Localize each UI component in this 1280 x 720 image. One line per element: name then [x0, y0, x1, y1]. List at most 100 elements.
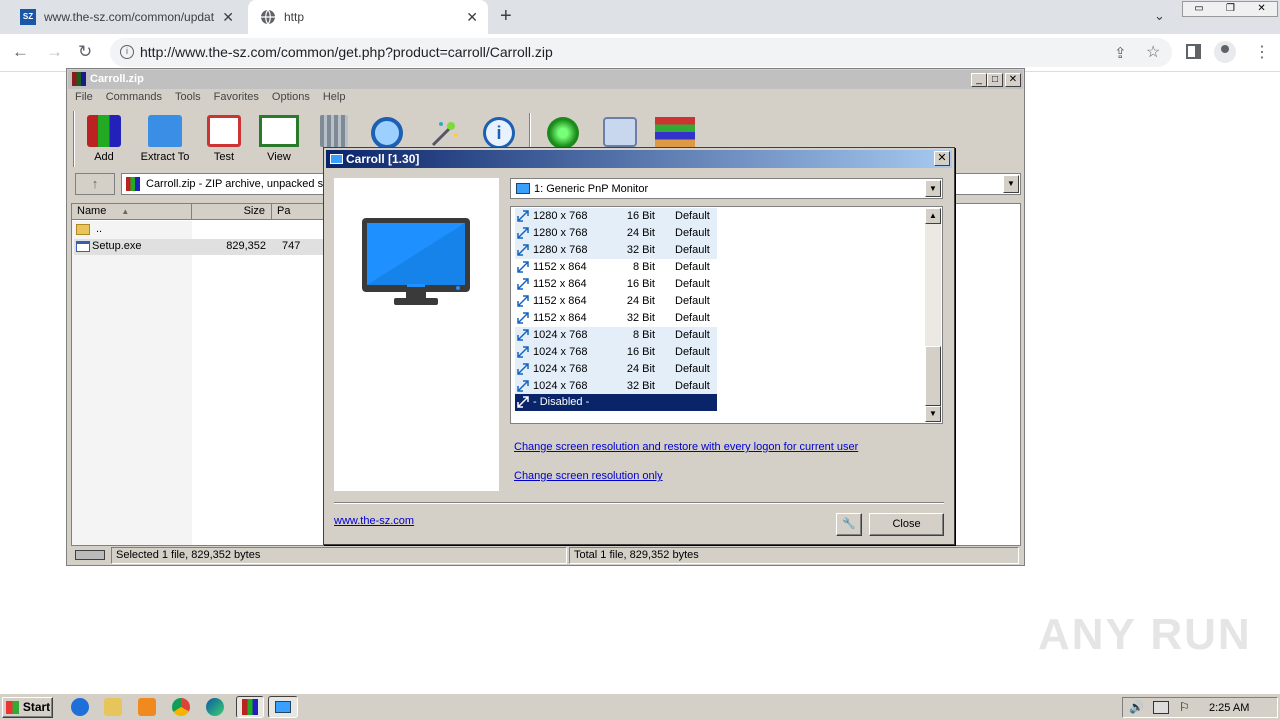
- watermark-logo: ANY RUN: [1038, 610, 1252, 659]
- site-info-icon[interactable]: i: [120, 45, 134, 59]
- name-column-shade: [72, 221, 192, 545]
- menu-help[interactable]: Help: [323, 91, 346, 103]
- monitor-select[interactable]: 1: Generic PnP Monitor ▼: [510, 178, 943, 199]
- tab-http[interactable]: http ✕: [248, 0, 488, 34]
- menu-favorites[interactable]: Favorites: [214, 91, 259, 103]
- vertical-scrollbar[interactable]: ▲ ▼: [925, 208, 941, 422]
- windows-logo-icon: [6, 701, 19, 714]
- start-button[interactable]: Start: [2, 697, 53, 718]
- url-text[interactable]: http://www.the-sz.com/common/get.php?pro…: [140, 44, 553, 60]
- minimize-icon[interactable]: ▭: [1194, 2, 1203, 16]
- menu-file[interactable]: File: [75, 91, 93, 103]
- find-magnifier-icon[interactable]: [371, 117, 403, 149]
- new-tab-button[interactable]: +: [500, 5, 512, 28]
- restore-icon[interactable]: ❐: [1226, 2, 1235, 16]
- volume-icon[interactable]: 🔊: [1129, 700, 1144, 714]
- scroll-thumb[interactable]: [925, 346, 941, 406]
- tab-search-chevron-icon[interactable]: ⌄: [1154, 8, 1165, 24]
- sfx-icon[interactable]: [655, 117, 695, 147]
- add-button[interactable]: Add: [87, 115, 121, 163]
- color-depth: 32 Bit: [626, 244, 655, 256]
- menu-tools[interactable]: Tools: [175, 91, 201, 103]
- chrome-icon[interactable]: [172, 698, 190, 716]
- profile-avatar-icon[interactable]: [1214, 41, 1236, 63]
- sort-up-icon: ▲: [121, 207, 130, 216]
- change-and-restore-link[interactable]: Change screen resolution and restore wit…: [514, 441, 858, 453]
- column-size[interactable]: Size: [192, 204, 272, 220]
- media-player-icon[interactable]: [138, 698, 156, 716]
- scroll-down-icon[interactable]: ▼: [925, 406, 941, 422]
- color-depth: 16 Bit: [626, 278, 655, 290]
- menu-commands[interactable]: Commands: [106, 91, 162, 103]
- resolution-item[interactable]: 1152 x 864 32 Bit Default: [515, 310, 717, 327]
- settings-button[interactable]: 🔧: [836, 513, 862, 536]
- explorer-icon[interactable]: [104, 698, 122, 716]
- menu-options[interactable]: Options: [272, 91, 310, 103]
- flag-icon[interactable]: ⚐: [1179, 700, 1190, 714]
- edge-icon[interactable]: [206, 698, 224, 716]
- virus-scan-icon[interactable]: [547, 117, 579, 149]
- column-name[interactable]: Name ▲: [72, 204, 192, 220]
- resolution-item[interactable]: 1152 x 864 16 Bit Default: [515, 276, 717, 293]
- color-depth: 24 Bit: [626, 227, 655, 239]
- taskbar-winrar[interactable]: [236, 696, 264, 718]
- resize-arrow-icon: [517, 278, 529, 290]
- resolution-item[interactable]: 1024 x 768 16 Bit Default: [515, 344, 717, 361]
- scroll-up-icon[interactable]: ▲: [925, 208, 941, 224]
- resolution-value: 1024 x 768: [533, 329, 588, 341]
- resolution-value: 1280 x 768: [533, 244, 588, 256]
- color-depth: 8 Bit: [632, 329, 655, 341]
- chrome-menu-icon[interactable]: ⋮: [1254, 42, 1270, 62]
- forward-arrow-icon[interactable]: →: [46, 42, 63, 62]
- test-button[interactable]: Test: [207, 115, 241, 163]
- view-label: View: [267, 151, 291, 163]
- taskbar-carroll[interactable]: [268, 696, 298, 718]
- resolution-item[interactable]: 1024 x 768 32 Bit Default: [515, 378, 717, 395]
- up-folder-icon[interactable]: ↑: [75, 173, 115, 195]
- resolution-item[interactable]: 1152 x 864 24 Bit Default: [515, 293, 717, 310]
- resolution-item[interactable]: 1152 x 864 8 Bit Default: [515, 259, 717, 276]
- resolution-item[interactable]: 1024 x 768 24 Bit Default: [515, 361, 717, 378]
- window-controls: ▭ ❐ ✕: [1182, 1, 1278, 17]
- close-tab-icon[interactable]: ✕: [222, 9, 234, 26]
- dialog-title: Carroll [1.30]: [346, 152, 420, 166]
- ie-icon[interactable]: [71, 698, 89, 716]
- tab-update[interactable]: SZ www.the-sz.com/common/update.pl ✕: [8, 0, 244, 34]
- globe-icon: [261, 9, 275, 25]
- side-panel-icon[interactable]: [1186, 44, 1201, 59]
- maximize-icon[interactable]: □: [987, 73, 1003, 87]
- close-icon[interactable]: ✕: [1005, 73, 1021, 87]
- resolution-item[interactable]: 1280 x 768 24 Bit Default: [515, 225, 717, 242]
- back-arrow-icon[interactable]: ←: [12, 42, 29, 62]
- resize-arrow-icon: [517, 261, 529, 273]
- resolution-item[interactable]: 1280 x 768 32 Bit Default: [515, 242, 717, 259]
- extract-to-button[interactable]: Extract To: [139, 115, 191, 163]
- close-window-icon[interactable]: ✕: [1257, 2, 1265, 16]
- minimize-icon[interactable]: _: [971, 73, 987, 87]
- close-icon[interactable]: ✕: [934, 151, 950, 166]
- change-only-link[interactable]: Change screen resolution only: [514, 470, 663, 482]
- website-link[interactable]: www.the-sz.com: [334, 515, 414, 527]
- view-button[interactable]: View: [257, 115, 301, 163]
- dropdown-arrow-icon[interactable]: ▼: [1003, 175, 1019, 193]
- info-icon[interactable]: i: [483, 117, 515, 149]
- reload-icon[interactable]: ↻: [78, 42, 92, 62]
- resize-arrow-icon: [517, 295, 529, 307]
- close-tab-icon[interactable]: ✕: [466, 9, 478, 26]
- share-icon[interactable]: ⇪: [1114, 44, 1127, 62]
- resolution-value: 1024 x 768: [533, 380, 588, 392]
- resolution-item[interactable]: 1280 x 768 16 Bit Default: [515, 208, 717, 225]
- resolution-value: 1024 x 768: [533, 346, 588, 358]
- comment-icon[interactable]: [603, 117, 637, 147]
- color-depth: 8 Bit: [632, 261, 655, 273]
- resize-arrow-icon: [517, 396, 529, 408]
- bookmark-star-icon[interactable]: ☆: [1146, 42, 1160, 62]
- dropdown-arrow-icon[interactable]: ▼: [925, 180, 941, 197]
- monitor-icon: [362, 218, 470, 305]
- network-icon[interactable]: [1153, 701, 1169, 714]
- resolution-item[interactable]: 1024 x 768 8 Bit Default: [515, 327, 717, 344]
- winrar-logo-icon: [242, 699, 258, 715]
- wizard-wand-icon[interactable]: [429, 119, 459, 147]
- close-button[interactable]: Close: [869, 513, 944, 536]
- disabled-item[interactable]: - Disabled -: [515, 394, 717, 411]
